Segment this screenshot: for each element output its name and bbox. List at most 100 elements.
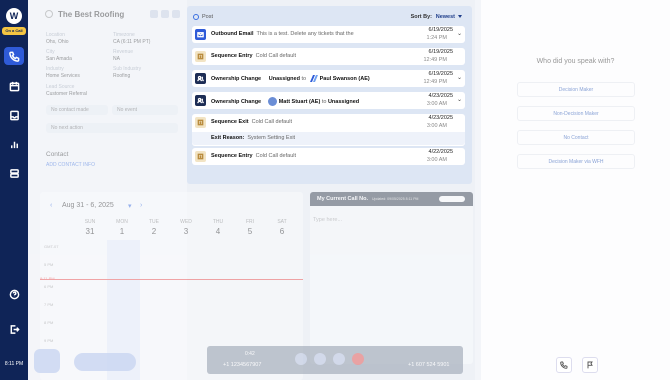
users-icon bbox=[195, 73, 206, 84]
transfer-button[interactable] bbox=[333, 353, 345, 365]
prev-week-button[interactable]: ‹ bbox=[50, 202, 52, 209]
call-timer: 0:42 bbox=[245, 351, 255, 357]
search-icon[interactable] bbox=[45, 10, 53, 18]
calendar-icon bbox=[9, 81, 19, 91]
field-lead-source: Lead Source Customer Referral bbox=[46, 84, 87, 97]
phone-icon bbox=[8, 51, 19, 62]
field-location: Location Ohs, Ohio bbox=[46, 32, 69, 45]
field-industry: Industry Home Services bbox=[46, 66, 80, 79]
sort-select[interactable]: Newest bbox=[436, 14, 455, 20]
google-icon[interactable] bbox=[161, 10, 169, 18]
day-header[interactable]: TUE 2 bbox=[138, 219, 170, 236]
analytics-nav-button[interactable] bbox=[4, 135, 24, 153]
chevron-down-icon[interactable]: ⌄ bbox=[457, 74, 462, 81]
sort-label: Sort By: bbox=[410, 14, 432, 20]
help-nav-button[interactable] bbox=[4, 285, 24, 303]
database-nav-button[interactable] bbox=[4, 164, 24, 182]
day-header[interactable]: FRI 5 bbox=[234, 219, 266, 236]
activity-feed: Post Sort By: Newest Outbound Email This… bbox=[187, 6, 472, 184]
end-call-button[interactable] bbox=[352, 353, 364, 365]
last-contact-pill[interactable]: No contact made bbox=[46, 105, 108, 115]
chat-dock-button[interactable] bbox=[34, 349, 60, 373]
logout-icon bbox=[10, 324, 20, 334]
quick-actions-dock[interactable] bbox=[74, 353, 136, 371]
next-action-pill[interactable]: No next action bbox=[46, 123, 178, 133]
notes-textarea[interactable]: Type here... bbox=[313, 217, 342, 223]
linkedin-icon[interactable] bbox=[172, 10, 180, 18]
active-call-bar: 0:42 +1 1234567907 +1 607 524 5901 bbox=[207, 346, 463, 374]
mute-button[interactable] bbox=[314, 353, 326, 365]
field-revenue: Revenue NA bbox=[113, 49, 134, 62]
field-timezone: Timezone CA (6:11 PM PT) bbox=[113, 32, 151, 45]
left-nav-rail: W On a Call 8:11 PM bbox=[0, 0, 28, 380]
calendar-range: Aug 31 - 6, 2025 bbox=[62, 202, 114, 209]
calendar-nav-button[interactable] bbox=[4, 77, 24, 95]
inbox-icon bbox=[9, 110, 19, 120]
post-icon[interactable] bbox=[193, 14, 199, 20]
phone-action-button[interactable] bbox=[556, 357, 572, 373]
week-days: SUN 31 MON 1 TUE 2 WED 3 THU 4 FRI 5 SAT 6 bbox=[74, 219, 298, 236]
company-name: The Best Roofing bbox=[58, 10, 125, 19]
current-time-label: 8:11 PM bbox=[40, 276, 55, 281]
on-call-badge: On a Call bbox=[2, 27, 26, 35]
disposition-question: Who did you speak with? bbox=[536, 58, 615, 65]
clock: 8:11 PM bbox=[4, 361, 24, 367]
option-non-decision-maker[interactable]: Non-Decision Maker bbox=[517, 106, 635, 121]
company-logo-icon bbox=[309, 75, 318, 82]
mail-icon bbox=[195, 29, 206, 40]
activity-item[interactable]: Sequence Entry Cold Call default 4/22/20… bbox=[192, 148, 465, 165]
caller-number: +1 1234567907 bbox=[223, 362, 262, 368]
database-icon bbox=[9, 168, 19, 178]
notes-header: My Current Call No. Updated: 09/05/2025 … bbox=[310, 192, 473, 206]
help-icon bbox=[9, 289, 19, 299]
logout-nav-button[interactable] bbox=[4, 320, 24, 338]
contact-icons bbox=[150, 10, 180, 18]
chevron-down-icon[interactable]: ⌄ bbox=[457, 30, 462, 37]
keypad-button[interactable] bbox=[295, 353, 307, 365]
current-time-line bbox=[40, 279, 303, 280]
day-header[interactable]: THU 4 bbox=[202, 219, 234, 236]
activity-item[interactable]: Outbound Email This is a test. Delete an… bbox=[192, 26, 465, 43]
call-notes-panel: My Current Call No. Updated: 09/05/2025 … bbox=[310, 192, 473, 364]
sequence-icon bbox=[195, 51, 206, 62]
option-decision-maker[interactable]: Decision Maker bbox=[517, 82, 635, 97]
day-header[interactable]: WED 3 bbox=[170, 219, 202, 236]
chevron-down-icon[interactable]: ⌄ bbox=[457, 96, 462, 103]
notes-title: My Current Call No. bbox=[317, 196, 369, 202]
option-no-contact[interactable]: No Contact bbox=[517, 130, 635, 145]
notes-updated: Updated: 09/05/2025 8:11 PM bbox=[372, 197, 419, 201]
app-logo[interactable]: W bbox=[6, 8, 22, 24]
notes-action-button[interactable] bbox=[439, 196, 465, 202]
day-header[interactable]: MON 1 bbox=[106, 219, 138, 236]
inbox-nav-button[interactable] bbox=[4, 106, 24, 124]
field-sub-industry: Sub Industry Roofing bbox=[113, 66, 142, 79]
flag-action-button[interactable] bbox=[582, 357, 598, 373]
activity-item[interactable]: Ownership Change Unassigned to Paul Swan… bbox=[192, 70, 465, 87]
bar-chart-icon bbox=[10, 141, 18, 148]
phone-icon bbox=[560, 361, 568, 369]
activity-item[interactable]: Sequence Exit Cold Call default 4/23/202… bbox=[192, 114, 465, 146]
disposition-panel: Who did you speak with? Decision Maker N… bbox=[481, 0, 670, 380]
day-header[interactable]: SUN 31 bbox=[74, 219, 106, 236]
sequence-icon bbox=[195, 151, 206, 162]
post-button[interactable]: Post bbox=[202, 14, 213, 20]
last-event-pill[interactable]: No event bbox=[112, 105, 178, 115]
activity-header: Post Sort By: Newest bbox=[193, 14, 462, 24]
flag-icon bbox=[587, 361, 593, 369]
option-decision-maker-wfh[interactable]: Decision Maker via WFH bbox=[517, 154, 635, 169]
phone-nav-button[interactable] bbox=[4, 47, 24, 65]
field-city: City San Amada bbox=[46, 49, 72, 62]
exit-reason-row: Exit Reason: System Setting Exit bbox=[192, 132, 465, 145]
next-week-button[interactable]: › bbox=[140, 202, 142, 209]
chevron-down-icon[interactable] bbox=[458, 15, 462, 18]
edit-icon[interactable] bbox=[150, 10, 158, 18]
day-header[interactable]: SAT 6 bbox=[266, 219, 298, 236]
activity-item[interactable]: Sequence Entry Cold Call default 6/19/20… bbox=[192, 48, 465, 65]
add-contact-button[interactable]: ADD CONTACT INFO bbox=[46, 162, 95, 168]
users-icon bbox=[195, 95, 206, 106]
range-dropdown[interactable]: ▾ bbox=[128, 202, 132, 210]
sequence-icon bbox=[195, 117, 206, 128]
activity-item[interactable]: Ownership Change Matt Stuart (AE) to Una… bbox=[192, 92, 465, 109]
contact-section-title[interactable]: Contact bbox=[46, 151, 68, 158]
callee-number: +1 607 524 5901 bbox=[408, 362, 450, 368]
